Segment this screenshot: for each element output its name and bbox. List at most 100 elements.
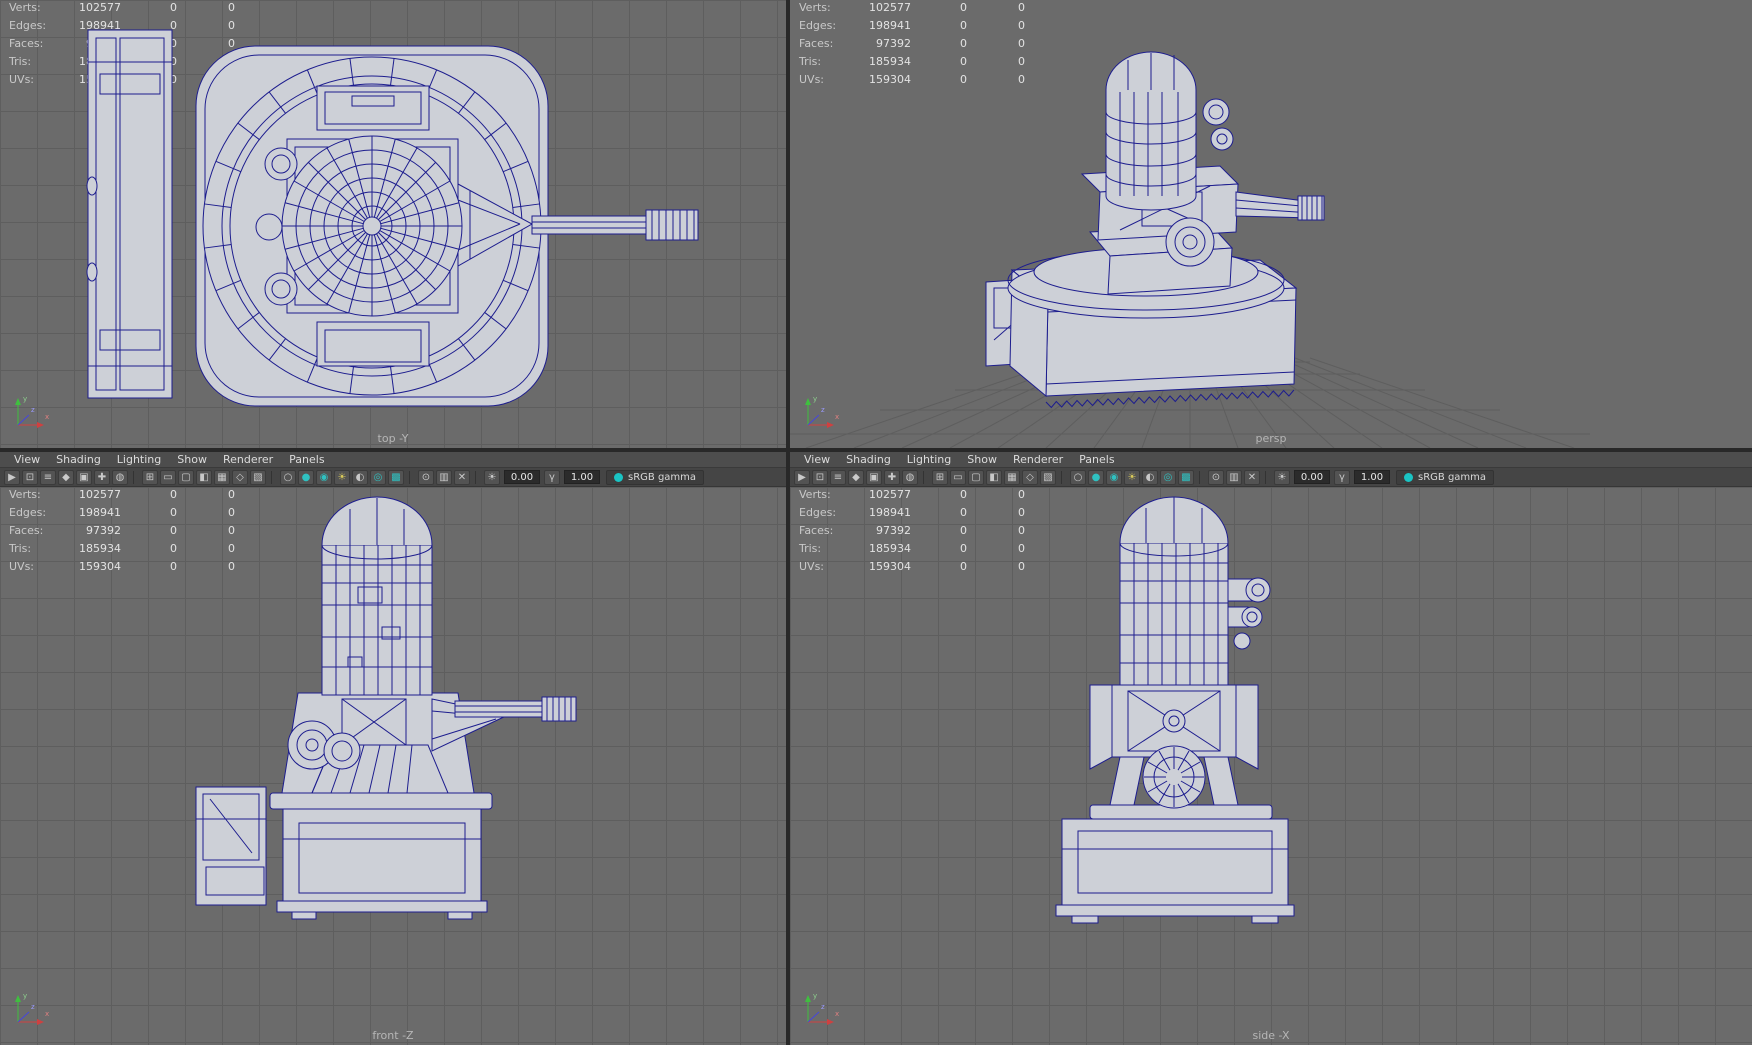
occlusion-icon[interactable]: ◎ <box>370 469 386 485</box>
gate-mask-icon[interactable]: ◧ <box>986 469 1002 485</box>
isolate-select-icon[interactable]: ⊙ <box>418 469 434 485</box>
safe-action-icon[interactable]: ◇ <box>232 469 248 485</box>
field-chart-icon[interactable]: ▦ <box>1004 469 1020 485</box>
hud-stat-value: 0 <box>1018 488 1025 501</box>
hud-stat-label: Edges: <box>799 506 837 519</box>
colorspace-icon <box>1404 472 1413 482</box>
menu-lighting[interactable]: Lighting <box>899 453 959 466</box>
gamma-icon[interactable]: γ <box>544 469 560 485</box>
hud-stat-row: Edges: 198941 0 0 <box>799 506 1039 524</box>
hud-stat-value: 0 <box>1018 37 1025 50</box>
image-plane-icon[interactable]: ▣ <box>76 469 92 485</box>
camera-select-icon[interactable]: ▶ <box>794 469 810 485</box>
image-plane-icon[interactable]: ▣ <box>866 469 882 485</box>
menu-panels[interactable]: Panels <box>1071 453 1122 466</box>
camera-attributes-icon[interactable]: ≡ <box>830 469 846 485</box>
gate-mask-icon[interactable]: ◧ <box>196 469 212 485</box>
occlusion-icon[interactable]: ◎ <box>1160 469 1176 485</box>
colorspace-select[interactable]: sRGB gamma <box>606 469 705 485</box>
menu-renderer[interactable]: Renderer <box>1005 453 1071 466</box>
viewport-side[interactable]: Verts: 102577 0 0 Edges: 198941 0 0 Faces: 97392 0… <box>790 487 1752 1045</box>
resolution-gate-icon[interactable]: ▢ <box>178 469 194 485</box>
x-ray-icon[interactable]: ▥ <box>436 469 452 485</box>
textured-icon[interactable]: ◉ <box>1106 469 1122 485</box>
exposure-icon[interactable]: ☀ <box>484 469 500 485</box>
hud-stat-label: Verts: <box>799 1 831 14</box>
menu-panels[interactable]: Panels <box>281 453 332 466</box>
camera-lock-icon[interactable]: ⊡ <box>812 469 828 485</box>
grid-icon[interactable]: ⊞ <box>932 469 948 485</box>
toolbar-separator <box>133 470 137 484</box>
bookmarks-icon[interactable]: ◆ <box>58 469 74 485</box>
x-ray-icon[interactable]: ▥ <box>1226 469 1242 485</box>
oversampling-icon[interactable]: ◍ <box>902 469 918 485</box>
colorspace-select[interactable]: sRGB gamma <box>1396 469 1495 485</box>
joints-x-ray-icon[interactable]: ✕ <box>454 469 470 485</box>
pan-zoom-icon[interactable]: ✚ <box>884 469 900 485</box>
poly-count-hud: Verts: 102577 0 0 Edges: 198941 0 0 Faces: 97392 0… <box>799 488 1039 578</box>
field-chart-icon[interactable]: ▦ <box>214 469 230 485</box>
hud-stat-row: Faces: 97392 0 0 <box>799 524 1039 542</box>
grid-icon[interactable]: ⊞ <box>142 469 158 485</box>
resolution-gate-icon[interactable]: ▢ <box>968 469 984 485</box>
viewport-persp[interactable]: Verts: 102577 0 0 Edges: 198941 0 0 Faces: 97392 0… <box>790 0 1752 448</box>
safe-title-icon[interactable]: ▧ <box>250 469 266 485</box>
hud-stat-value: 0 <box>228 488 235 501</box>
menu-show[interactable]: Show <box>959 453 1005 466</box>
use-all-lights-icon[interactable]: ☀ <box>1124 469 1140 485</box>
menu-lighting[interactable]: Lighting <box>109 453 169 466</box>
shadows-icon[interactable]: ◐ <box>352 469 368 485</box>
shadows-icon[interactable]: ◐ <box>1142 469 1158 485</box>
svg-text:z: z <box>821 1003 825 1011</box>
camera-select-icon[interactable]: ▶ <box>4 469 20 485</box>
camera-lock-icon[interactable]: ⊡ <box>22 469 38 485</box>
menu-shading[interactable]: Shading <box>838 453 899 466</box>
smooth-shade-icon[interactable]: ● <box>1088 469 1104 485</box>
hud-stat-value: 0 <box>960 19 967 32</box>
gamma-input[interactable] <box>1354 470 1390 484</box>
anti-aliasing-icon[interactable]: ▩ <box>1178 469 1194 485</box>
use-all-lights-icon[interactable]: ☀ <box>334 469 350 485</box>
gamma-icon[interactable]: γ <box>1334 469 1350 485</box>
viewport-pane-side: View Shading Lighting Show Renderer Panels ▶ ⊡… <box>790 452 1752 1045</box>
joints-x-ray-icon[interactable]: ✕ <box>1244 469 1260 485</box>
menu-show[interactable]: Show <box>169 453 215 466</box>
oversampling-icon[interactable]: ◍ <box>112 469 128 485</box>
viewport-front[interactable]: Verts: 102577 0 0 Edges: 198941 0 0 Faces: 97392 0… <box>0 487 786 1045</box>
bookmarks-icon[interactable]: ◆ <box>848 469 864 485</box>
svg-text:y: y <box>813 992 817 1000</box>
camera-attributes-icon[interactable]: ≡ <box>40 469 56 485</box>
wireframe-icon[interactable]: ○ <box>1070 469 1086 485</box>
poly-count-hud: Verts: 102577 0 0 Edges: 198941 0 0 Faces: 97392 0… <box>799 1 1039 91</box>
film-gate-icon[interactable]: ▭ <box>950 469 966 485</box>
safe-title-icon[interactable]: ▧ <box>1040 469 1056 485</box>
film-gate-icon[interactable]: ▭ <box>160 469 176 485</box>
viewport-top[interactable]: Verts:10257700Edges:19894100Faces:973920… <box>0 0 786 448</box>
exposure-input[interactable] <box>504 470 540 484</box>
colorspace-icon <box>614 472 623 482</box>
hud-stat-row: UVs: 159304 0 0 <box>9 560 249 578</box>
menu-view[interactable]: View <box>6 453 48 466</box>
menu-shading[interactable]: Shading <box>48 453 109 466</box>
safe-action-icon[interactable]: ◇ <box>1022 469 1038 485</box>
isolate-select-icon[interactable]: ⊙ <box>1208 469 1224 485</box>
hud-stat-value: 0 <box>960 488 967 501</box>
hud-stat-value: 0 <box>1018 19 1025 32</box>
hud-stat-label: Faces: <box>799 524 834 537</box>
hud-stat-value: 198941 <box>79 506 121 519</box>
textured-icon[interactable]: ◉ <box>316 469 332 485</box>
hud-stat-value: 0 <box>960 542 967 555</box>
gamma-input[interactable] <box>564 470 600 484</box>
smooth-shade-icon[interactable]: ● <box>298 469 314 485</box>
wireframe-icon[interactable]: ○ <box>280 469 296 485</box>
exposure-icon[interactable]: ☀ <box>1274 469 1290 485</box>
exposure-input[interactable] <box>1294 470 1330 484</box>
colorspace-label: sRGB gamma <box>1418 471 1487 483</box>
anti-aliasing-icon[interactable]: ▩ <box>388 469 404 485</box>
hud-stat-row: Verts: 102577 0 0 <box>9 488 249 506</box>
hud-stat-row: UVs: 159304 0 0 <box>799 560 1039 578</box>
pan-zoom-icon[interactable]: ✚ <box>94 469 110 485</box>
menu-renderer[interactable]: Renderer <box>215 453 281 466</box>
hud-stat-value: 0 <box>170 506 177 519</box>
menu-view[interactable]: View <box>796 453 838 466</box>
